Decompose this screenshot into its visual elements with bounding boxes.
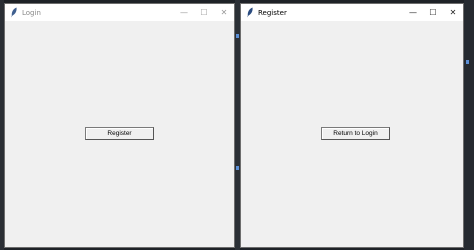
register-client-area: Return to Login [241,21,463,247]
minimize-icon[interactable]: — [403,4,423,21]
feather-icon [245,7,255,19]
login-titlebar[interactable]: Login — ☐ ✕ [5,4,234,21]
login-client-area: Register [5,21,234,247]
login-window-title: Login [22,8,41,17]
register-window-controls: — ☐ ✕ [403,4,463,21]
background-editor-right [464,0,474,250]
close-icon[interactable]: ✕ [443,4,463,21]
maximize-icon[interactable]: ☐ [423,4,443,21]
register-window[interactable]: Register — ☐ ✕ Return to Login [240,3,464,248]
login-window-controls: — ☐ ✕ [174,4,234,21]
minimize-icon[interactable]: — [174,4,194,21]
register-button[interactable]: Register [85,127,154,140]
register-titlebar[interactable]: Register — ☐ ✕ [241,4,463,21]
feather-icon [9,7,19,19]
close-icon[interactable]: ✕ [214,4,234,21]
return-to-login-button[interactable]: Return to Login [321,127,390,140]
login-window[interactable]: Login — ☐ ✕ Register [4,3,235,248]
background-marker [466,60,469,64]
register-window-title: Register [258,8,287,17]
maximize-icon[interactable]: ☐ [194,4,214,21]
background-marker [236,34,239,38]
background-marker [236,166,239,170]
